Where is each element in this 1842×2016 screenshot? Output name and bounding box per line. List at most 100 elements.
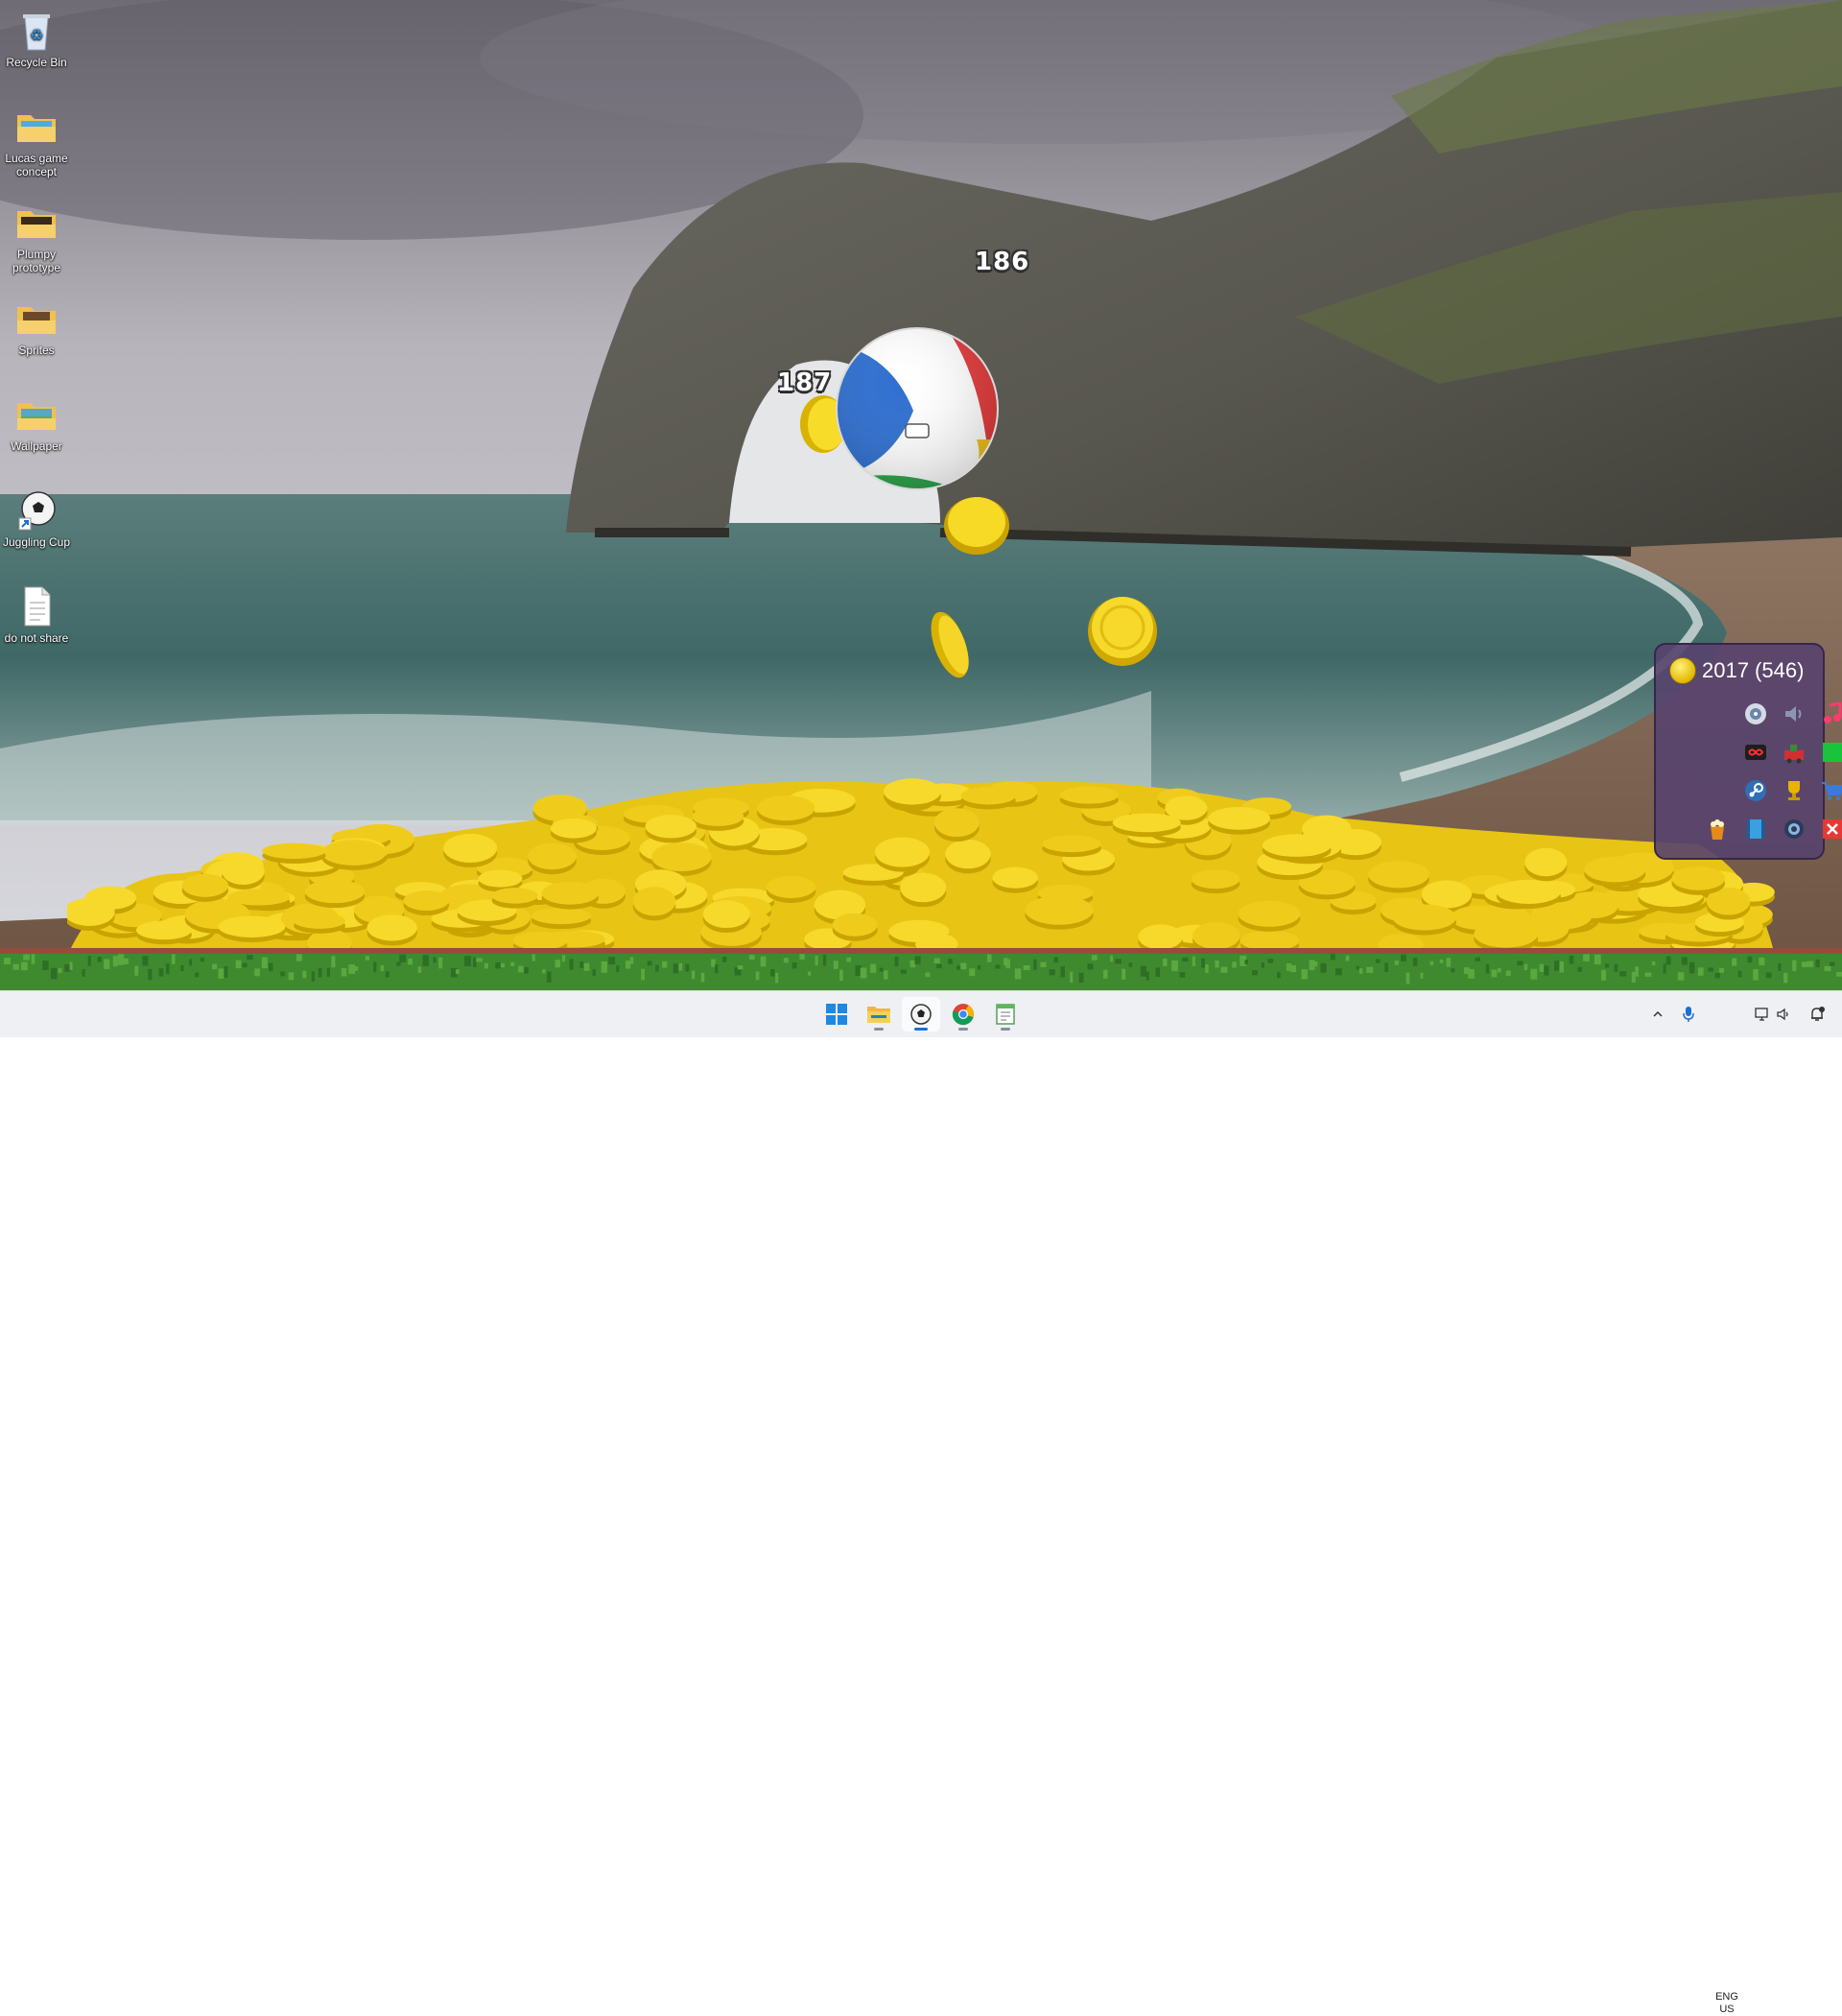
folder-icon	[13, 296, 59, 342]
coin	[403, 890, 450, 915]
desktop-icon-label: Plumpy prototype	[12, 248, 61, 274]
coin	[443, 833, 498, 867]
folder-icon	[13, 200, 59, 246]
desktop-icon-label: Sprites	[18, 344, 55, 357]
taskbar-file-explorer[interactable]	[860, 997, 898, 1032]
coin	[222, 858, 265, 890]
desktop-icon-do-not-share[interactable]: do not share	[2, 583, 71, 645]
coin	[1025, 895, 1094, 930]
microphone-icon[interactable]	[1677, 991, 1700, 1037]
coin	[1238, 900, 1301, 932]
start-icon	[826, 1004, 847, 1025]
coin	[1042, 835, 1101, 858]
coin	[1368, 861, 1429, 893]
beach-ball[interactable]	[833, 324, 1002, 493]
train-icon[interactable]	[1779, 737, 1809, 768]
coin	[1584, 856, 1646, 888]
coin	[1059, 786, 1119, 809]
notification-bell-icon[interactable]	[1804, 991, 1830, 1037]
desktop-icon-label: Lucas game concept	[5, 152, 68, 178]
juggling-cup-icon	[910, 1004, 932, 1025]
recycle-bin-icon: ♻	[13, 8, 59, 54]
infinity-icon[interactable]	[1740, 737, 1771, 768]
coin	[766, 875, 816, 904]
coin-icon	[1669, 657, 1696, 684]
coin	[541, 881, 599, 910]
close-icon[interactable]	[1817, 814, 1842, 844]
region-code: US	[1719, 2004, 1735, 2015]
coin-total-text: 2017 (546)	[1702, 658, 1805, 682]
coin	[1524, 847, 1568, 882]
coin	[702, 900, 750, 934]
desktop-icon-juggling-cup[interactable]: Juggling Cup	[2, 487, 71, 549]
soccer-ball-shortcut-icon	[13, 487, 59, 534]
target-icon[interactable]	[1740, 699, 1771, 729]
taskbar-juggling-cup[interactable]	[902, 997, 940, 1032]
steam-icon[interactable]	[1740, 775, 1771, 806]
desktop-icon-recycle-bin[interactable]: ♻ Recycle Bin	[2, 8, 71, 69]
desktop-icon-wallpaper[interactable]: Wallpaper	[2, 391, 71, 453]
game-coin-panel: 2017 (546)	[1654, 643, 1842, 860]
desktop-icon-plumpy-prototype[interactable]: Plumpy prototype	[2, 200, 71, 274]
music-note-icon[interactable]	[1817, 699, 1842, 729]
coin	[304, 879, 366, 909]
coin	[832, 913, 878, 941]
coin	[645, 815, 697, 843]
notepad-icon	[996, 1004, 1015, 1025]
coin	[632, 887, 676, 921]
coin	[933, 808, 980, 842]
coin	[550, 818, 597, 843]
desktop-icon-label: Juggling Cup	[2, 535, 71, 549]
green-square-icon[interactable]	[1817, 737, 1842, 768]
start-button[interactable]	[817, 997, 856, 1032]
taskbar: ENG US	[0, 990, 1842, 2015]
coin	[945, 839, 991, 874]
coin	[67, 897, 115, 931]
coin	[931, 611, 969, 678]
coin	[528, 842, 577, 875]
desktop-icon-lucas-game-concept[interactable]: Lucas game concept	[2, 104, 71, 178]
film-icon[interactable]	[1740, 814, 1771, 844]
tray-overflow-chevron-icon[interactable]	[1646, 991, 1669, 1037]
taskbar-notepad[interactable]	[986, 997, 1025, 1032]
coin-counter: 2017 (546)	[1669, 656, 1804, 685]
coin	[960, 786, 1016, 810]
coin	[491, 888, 538, 909]
text-file-icon	[13, 583, 59, 629]
popcorn-icon[interactable]	[1702, 814, 1733, 844]
desktop-icon-label: Recycle Bin	[6, 56, 67, 69]
trophy-icon[interactable]	[1779, 775, 1809, 806]
language-indicator[interactable]: ENG US	[1710, 1991, 1744, 2016]
taskbar-chrome[interactable]	[944, 997, 982, 1032]
coin	[1088, 597, 1157, 666]
coin	[262, 842, 326, 864]
coin	[1496, 879, 1561, 909]
desktop-icon-label: Wallpaper	[11, 439, 62, 453]
volume-icon[interactable]	[1773, 991, 1794, 1037]
coin	[136, 920, 192, 945]
desktop-icon-sprites[interactable]: Sprites	[2, 296, 71, 357]
coin	[757, 795, 815, 826]
cursor-hand-icon	[905, 423, 930, 439]
folder-icon	[13, 104, 59, 150]
coin	[294, 913, 345, 934]
speaker-icon[interactable]	[1779, 699, 1809, 729]
desktop-icon-label: do not share	[4, 631, 69, 645]
coin	[992, 866, 1038, 893]
coin	[321, 840, 387, 870]
svg-text:♻: ♻	[30, 26, 43, 44]
coin	[884, 778, 941, 810]
coin	[944, 497, 1009, 555]
cart-icon[interactable]	[1817, 775, 1842, 806]
coin	[531, 907, 592, 930]
tool-grid	[1702, 699, 1842, 852]
coin	[1208, 806, 1270, 835]
language-code: ENG	[1715, 1991, 1738, 2003]
coin	[1671, 866, 1726, 895]
coin	[366, 914, 417, 946]
folder-icon	[13, 391, 59, 438]
coin	[181, 873, 228, 902]
coin	[1112, 813, 1181, 838]
network-icon[interactable]	[1752, 991, 1773, 1037]
camera-icon[interactable]	[1779, 814, 1809, 844]
